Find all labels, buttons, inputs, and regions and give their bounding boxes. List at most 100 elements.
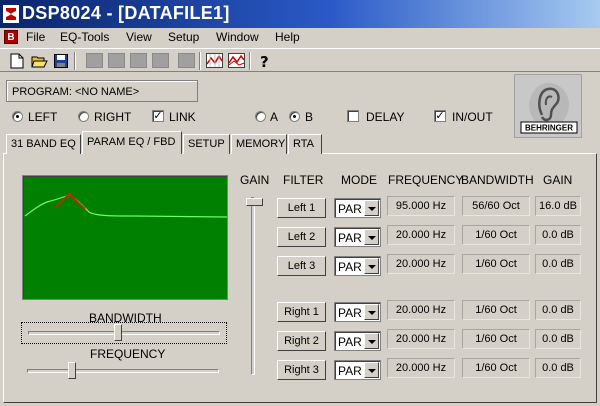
new-file-icon[interactable] bbox=[8, 52, 26, 69]
filter-right-3-bandwidth: 1/60 Oct bbox=[462, 358, 530, 378]
frequency-column-header: FREQUENCY bbox=[388, 173, 464, 187]
mode-value: PAR bbox=[338, 335, 362, 349]
right-channel-radio[interactable] bbox=[78, 111, 89, 122]
filter-right-3-frequency: 20.000 Hz bbox=[387, 358, 455, 378]
dropdown-arrow-icon[interactable] bbox=[364, 200, 379, 216]
menu-eq-tools[interactable]: EQ-Tools bbox=[60, 30, 109, 44]
filter-right-2-frequency: 20.000 Hz bbox=[387, 329, 455, 349]
tab-memory[interactable]: MEMORY bbox=[231, 134, 287, 154]
right-channel-label: RIGHT bbox=[94, 110, 132, 124]
behringer-logo: BEHRINGER bbox=[514, 74, 582, 138]
filter-right-2-bandwidth: 1/60 Oct bbox=[462, 329, 530, 349]
menu-help[interactable]: Help bbox=[275, 30, 300, 44]
menu-bar: B File EQ-Tools View Setup Window Help bbox=[0, 28, 600, 48]
bandwidth-column-header: BANDWIDTH bbox=[461, 173, 534, 187]
app-logo-icon bbox=[3, 5, 19, 23]
filter-left-2-mode-select[interactable]: PAR bbox=[334, 227, 381, 247]
in-out-checkbox[interactable]: ✓ bbox=[434, 110, 446, 122]
tab-31-band-eq[interactable]: 31 BAND EQ bbox=[6, 134, 81, 154]
menu-file[interactable]: File bbox=[26, 30, 45, 44]
mode-column-header: MODE bbox=[341, 173, 377, 187]
menu-setup[interactable]: Setup bbox=[168, 30, 199, 44]
gain-column-header: GAIN bbox=[543, 173, 573, 187]
filter-column-header: FILTER bbox=[283, 173, 324, 187]
filter-left-1-frequency: 95.000 Hz bbox=[387, 196, 455, 216]
bank-a-radio[interactable] bbox=[255, 111, 266, 122]
filter-right-3-button[interactable]: Right 3 bbox=[277, 360, 326, 380]
graph-icon[interactable] bbox=[205, 52, 223, 69]
open-folder-icon[interactable] bbox=[30, 52, 48, 69]
filter-left-1-gain: 16.0 dB bbox=[535, 196, 581, 216]
filter-right-3-mode-select[interactable]: PAR bbox=[334, 360, 381, 380]
bank-b-label: B bbox=[305, 110, 314, 124]
mode-value: PAR bbox=[338, 306, 362, 320]
tab-setup[interactable]: SETUP bbox=[183, 134, 230, 154]
dropdown-arrow-icon[interactable] bbox=[364, 362, 379, 378]
document-system-icon[interactable]: B bbox=[4, 30, 18, 44]
filter-left-1-bandwidth: 56/60 Oct bbox=[462, 196, 530, 216]
frequency-slider[interactable] bbox=[21, 361, 227, 381]
dropdown-arrow-icon[interactable] bbox=[364, 229, 379, 245]
filter-right-1-mode-select[interactable]: PAR bbox=[334, 302, 381, 322]
filter-right-1-frequency: 20.000 Hz bbox=[387, 300, 455, 320]
bandwidth-slider-thumb[interactable] bbox=[114, 324, 122, 341]
disabled-tool-button-4 bbox=[152, 53, 169, 68]
bank-b-radio[interactable] bbox=[289, 111, 300, 122]
delay-label: DELAY bbox=[366, 110, 405, 124]
disabled-tool-button-5 bbox=[178, 53, 195, 68]
tab-param-eq-fbd[interactable]: PARAM EQ / FBD bbox=[82, 131, 182, 154]
disabled-tool-button-2 bbox=[108, 53, 125, 68]
window-title: DSP8024 - [DATAFILE1] bbox=[22, 3, 230, 23]
help-icon[interactable]: ? bbox=[256, 52, 274, 69]
left-channel-label: LEFT bbox=[28, 110, 58, 124]
save-disk-icon[interactable] bbox=[52, 52, 70, 69]
left-channel-radio[interactable] bbox=[12, 111, 23, 122]
filter-left-3-frequency: 20.000 Hz bbox=[387, 254, 455, 274]
link-checkbox[interactable]: ✓ bbox=[152, 110, 164, 122]
disabled-tool-button-3 bbox=[130, 53, 147, 68]
toolbar: ? bbox=[0, 48, 600, 72]
filter-right-1-gain: 0.0 dB bbox=[535, 300, 581, 320]
frequency-caption: FREQUENCY bbox=[90, 347, 166, 361]
graph-compare-icon[interactable] bbox=[227, 52, 245, 69]
filter-left-3-gain: 0.0 dB bbox=[535, 254, 581, 274]
filter-left-3-button[interactable]: Left 3 bbox=[277, 256, 326, 276]
filter-right-1-button[interactable]: Right 1 bbox=[277, 302, 326, 322]
dropdown-arrow-icon[interactable] bbox=[364, 333, 379, 349]
mode-value: PAR bbox=[338, 231, 362, 245]
bandwidth-slider-track bbox=[28, 331, 220, 335]
filter-left-2-gain: 0.0 dB bbox=[535, 225, 581, 245]
bank-a-label: A bbox=[270, 110, 279, 124]
in-out-label: IN/OUT bbox=[452, 110, 493, 124]
dropdown-arrow-icon[interactable] bbox=[364, 304, 379, 320]
filter-right-3-gain: 0.0 dB bbox=[535, 358, 581, 378]
filter-left-2-bandwidth: 1/60 Oct bbox=[462, 225, 530, 245]
mode-value: PAR bbox=[338, 260, 362, 274]
gain-slider-header: GAIN bbox=[240, 173, 270, 187]
menu-window[interactable]: Window bbox=[216, 30, 259, 44]
title-bar: DSP8024 - [DATAFILE1] bbox=[0, 0, 600, 28]
filter-right-2-mode-select[interactable]: PAR bbox=[334, 331, 381, 351]
delay-checkbox[interactable] bbox=[347, 110, 359, 122]
link-label: LINK bbox=[169, 110, 196, 124]
frequency-slider-track bbox=[27, 369, 219, 373]
menu-view[interactable]: View bbox=[126, 30, 152, 44]
filter-left-1-mode-select[interactable]: PAR bbox=[334, 198, 381, 218]
filter-left-3-mode-select[interactable]: PAR bbox=[334, 256, 381, 276]
eq-response-graph bbox=[22, 175, 228, 300]
tab-rta[interactable]: RTA bbox=[288, 134, 322, 154]
dropdown-arrow-icon[interactable] bbox=[364, 258, 379, 274]
filter-right-2-gain: 0.0 dB bbox=[535, 329, 581, 349]
gain-slider-thumb[interactable] bbox=[246, 198, 263, 206]
filter-right-1-bandwidth: 1/60 Oct bbox=[462, 300, 530, 320]
filter-right-2-button[interactable]: Right 2 bbox=[277, 331, 326, 351]
filter-left-1-button[interactable]: Left 1 bbox=[277, 198, 326, 218]
filter-left-3-bandwidth: 1/60 Oct bbox=[462, 254, 530, 274]
filter-left-2-frequency: 20.000 Hz bbox=[387, 225, 455, 245]
svg-text:?: ? bbox=[260, 53, 269, 69]
mode-value: PAR bbox=[338, 364, 362, 378]
frequency-slider-thumb[interactable] bbox=[68, 362, 76, 379]
mode-value: PAR bbox=[338, 202, 362, 216]
bandwidth-slider[interactable] bbox=[21, 322, 227, 344]
filter-left-2-button[interactable]: Left 2 bbox=[277, 227, 326, 247]
